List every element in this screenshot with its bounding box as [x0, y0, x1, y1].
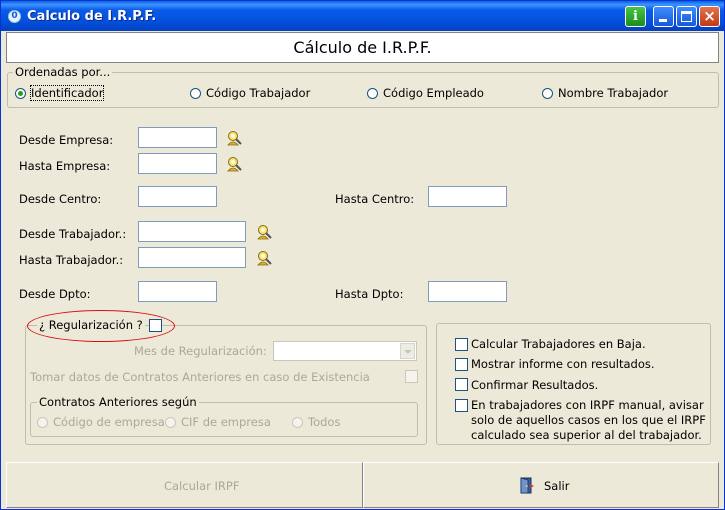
desde-centro-input[interactable] [138, 186, 217, 207]
tomar-datos-label: Tomar datos de Contratos Anteriores en c… [30, 370, 370, 384]
mostrar-informe-checkbox[interactable] [455, 358, 468, 371]
desde-empresa-label: Desde Empresa: [19, 133, 114, 147]
salir-button[interactable]: Salir [363, 462, 719, 508]
tomar-datos-checkbox[interactable] [405, 370, 418, 383]
contratos-anteriores-label: Contratos Anteriores según [37, 395, 199, 409]
radio-identificador-label: Identificador [29, 85, 105, 101]
radio-todos-label: Todos [308, 415, 341, 429]
radio-identificador-indicator [15, 87, 26, 99]
order-group-label: Ordenadas por... [13, 65, 113, 79]
hasta-dpto-label: Hasta Dpto: [335, 287, 404, 301]
irpf-manual-label-line-1: En trabajadores con IRPF manual, avisar [471, 398, 704, 412]
radio-todos[interactable]: Todos [292, 415, 340, 429]
mes-regularizacion-select[interactable] [273, 341, 417, 361]
calcular-irpf-button[interactable]: Calcular IRPF [6, 462, 363, 508]
irpf-manual-label-line-2: solo de aquellos casos en los que el IRP… [471, 413, 706, 427]
hasta-trabajador-lookup-icon[interactable] [255, 250, 273, 266]
confirmar-resultados-checkbox[interactable] [455, 378, 468, 391]
hasta-centro-label: Hasta Centro: [335, 192, 415, 206]
title-bar[interactable]: 0 Calculo de I.R.P.F. i × [1, 1, 724, 31]
radio-codigo-empleado-label: Código Empleado [383, 86, 484, 100]
exit-door-icon [520, 477, 534, 494]
info-button[interactable]: i [625, 6, 646, 27]
irpf-manual-label-line-3: calculado sea superior al del trabajador… [471, 428, 702, 442]
desde-trabajador-label: Desde Trabajador.: [19, 227, 127, 241]
radio-cif-de-empresa-label: CIF de empresa [181, 415, 271, 429]
minimize-icon [659, 19, 667, 22]
irpf-window: 0 Calculo de I.R.P.F. i × Cálculo de I.R… [0, 0, 725, 510]
regularizacion-highlight-ellipse [27, 310, 175, 342]
chevron-down-icon[interactable] [400, 343, 415, 359]
hasta-empresa-label: Hasta Empresa: [19, 159, 111, 173]
window-title: Calculo de I.R.P.F. [27, 9, 157, 24]
hasta-empresa-input[interactable] [138, 153, 217, 174]
radio-identificador[interactable]: Identificador [15, 85, 105, 101]
mostrar-informe-label: Mostrar informe con resultados. [471, 357, 655, 371]
radio-nombre-trabajador-indicator [542, 87, 553, 99]
radio-nombre-trabajador[interactable]: Nombre Trabajador [542, 86, 668, 100]
calcular-baja-checkbox[interactable] [455, 338, 468, 351]
desde-trabajador-input[interactable] [138, 221, 246, 242]
hasta-trabajador-label: Hasta Trabajador.: [19, 253, 124, 267]
close-button[interactable]: × [699, 6, 720, 27]
radio-codigo-trabajador-label: Código Trabajador [206, 86, 311, 100]
hasta-trabajador-input[interactable] [138, 247, 246, 268]
maximize-icon [681, 11, 692, 22]
radio-codigo-empleado-indicator [367, 87, 378, 99]
radio-cif-de-empresa[interactable]: CIF de empresa [165, 415, 271, 429]
salir-label: Salir [544, 479, 570, 493]
radio-codigo-de-empresa-indicator [37, 416, 48, 428]
calcular-irpf-label: Calcular IRPF [164, 479, 240, 493]
desde-trabajador-lookup-icon[interactable] [255, 224, 273, 240]
app-icon: 0 [8, 10, 21, 23]
radio-codigo-de-empresa[interactable]: Código de empresa [37, 415, 165, 429]
hasta-centro-input[interactable] [428, 186, 507, 207]
hasta-dpto-input[interactable] [428, 281, 507, 302]
irpf-manual-checkbox[interactable] [455, 399, 468, 412]
maximize-button[interactable] [676, 6, 697, 27]
minimize-button[interactable] [653, 6, 674, 27]
radio-codigo-empleado[interactable]: Código Empleado [367, 86, 484, 100]
radio-codigo-trabajador-indicator [190, 87, 201, 99]
confirmar-resultados-label: Confirmar Resultados. [471, 378, 599, 392]
radio-cif-de-empresa-indicator [165, 416, 176, 428]
mes-regularizacion-label: Mes de Regularización: [134, 344, 267, 358]
page-title: Cálculo de I.R.P.F. [6, 32, 719, 63]
hasta-empresa-lookup-icon[interactable] [225, 156, 243, 172]
desde-empresa-lookup-icon[interactable] [225, 130, 243, 146]
radio-todos-indicator [292, 416, 303, 428]
desde-empresa-input[interactable] [138, 127, 217, 148]
radio-codigo-trabajador[interactable]: Código Trabajador [190, 86, 310, 100]
desde-dpto-label: Desde Dpto: [19, 287, 91, 301]
radio-nombre-trabajador-label: Nombre Trabajador [558, 86, 669, 100]
desde-centro-label: Desde Centro: [19, 192, 102, 206]
calcular-baja-label: Calcular Trabajadores en Baja. [471, 337, 646, 351]
desde-dpto-input[interactable] [138, 281, 217, 302]
radio-codigo-de-empresa-label: Código de empresa [53, 415, 165, 429]
